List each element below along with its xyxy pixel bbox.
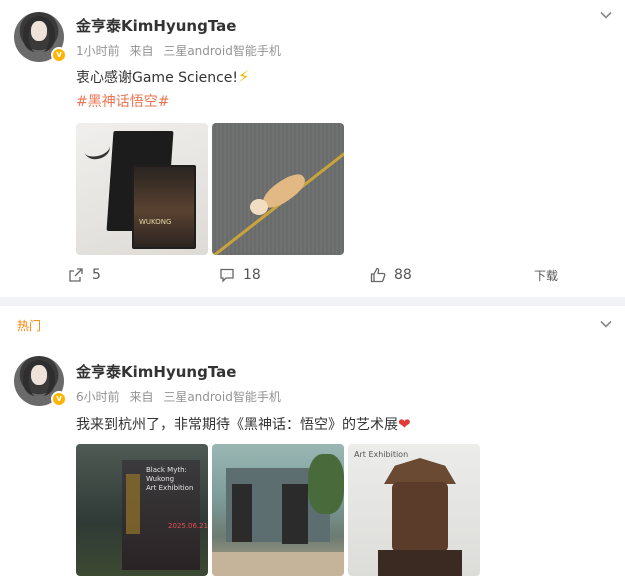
statue-body [392, 482, 448, 552]
post-image-exhibition-banner[interactable]: Black Myth: Wukong Art Exhibition 2025.0… [76, 444, 208, 576]
like-button[interactable]: 88 [370, 267, 412, 283]
repost-count: 5 [92, 267, 101, 283]
like-count: 88 [394, 267, 412, 283]
verified-badge-icon: v [51, 391, 67, 407]
statue-roof [384, 458, 456, 484]
game-cover [132, 165, 196, 249]
post-source: 三星android智能手机 [163, 390, 281, 404]
post-meta: 6小时前 来自 三星android智能手机 [76, 388, 287, 405]
post-time[interactable]: 6小时前 [76, 390, 120, 404]
source-prefix: 来自 [129, 44, 154, 58]
post-text-body: 我来到杭州了，非常期待《黑神话：悟空》的艺术展 [76, 417, 398, 433]
author-name[interactable]: 金亨泰KimHyungTae [76, 15, 236, 36]
post-source: 三星android智能手机 [163, 44, 281, 58]
avatar[interactable]: v [14, 356, 67, 407]
post-text: 我来到杭州了，非常期待《黑神话：悟空》的艺术展❤ [76, 414, 411, 434]
avatar-face [31, 365, 47, 385]
hot-label: 热门 [17, 319, 42, 333]
repost-icon [69, 268, 83, 282]
lightning-icon: ⚡ [238, 67, 250, 86]
action-bar: 5 18 88 下载 [0, 267, 625, 287]
topic-link[interactable]: #黑神话悟空# [76, 91, 169, 111]
tree [308, 454, 344, 514]
source-prefix: 来自 [129, 390, 154, 404]
comment-icon [220, 268, 234, 283]
repost-button[interactable]: 5 [68, 267, 101, 283]
post-time[interactable]: 1小时前 [76, 44, 120, 58]
download-button[interactable]: 下载 [534, 267, 558, 284]
author-name[interactable]: 金亨泰KimHyungTae [76, 361, 236, 382]
post-text: 衷心感谢Game Science!⚡ [76, 67, 249, 87]
banner-text: Black Myth: Wukong Art Exhibition [146, 466, 194, 492]
post-image-game-box[interactable]: WUKONG [76, 123, 208, 255]
verified-badge-icon: v [51, 47, 67, 63]
road [212, 552, 344, 576]
post-image-exhibition-building[interactable] [212, 444, 344, 576]
hanging-banner [282, 484, 308, 544]
comment-button[interactable]: 18 [219, 267, 261, 283]
post-image-cat[interactable] [212, 123, 344, 255]
wall-text: Art Exhibition [354, 450, 409, 459]
chevron-down-icon[interactable] [599, 317, 613, 331]
banner-date: 2025.06.21 [168, 522, 208, 530]
calligraphy-mark [81, 135, 113, 163]
game-cover-title: WUKONG [139, 218, 172, 226]
chevron-down-icon[interactable] [599, 8, 613, 22]
statue-base [378, 550, 462, 576]
cat-head [250, 199, 268, 215]
post-meta: 1小时前 来自 三星android智能手机 [76, 42, 287, 59]
post-image-exhibition-statue[interactable]: Art Exhibition [348, 444, 480, 576]
post-text-body: 衷心感谢Game Science! [76, 70, 239, 86]
avatar[interactable]: v [14, 12, 67, 63]
thumbs-up-icon [370, 267, 386, 283]
banner-calligraphy [126, 474, 140, 534]
comment-count: 18 [243, 267, 261, 283]
heart-icon: ❤ [398, 415, 411, 433]
post-card-1: v 金亨泰KimHyungTae 1小时前 来自 三星android智能手机 衷… [0, 0, 625, 297]
hanging-banner [232, 484, 252, 542]
avatar-face [31, 21, 47, 41]
